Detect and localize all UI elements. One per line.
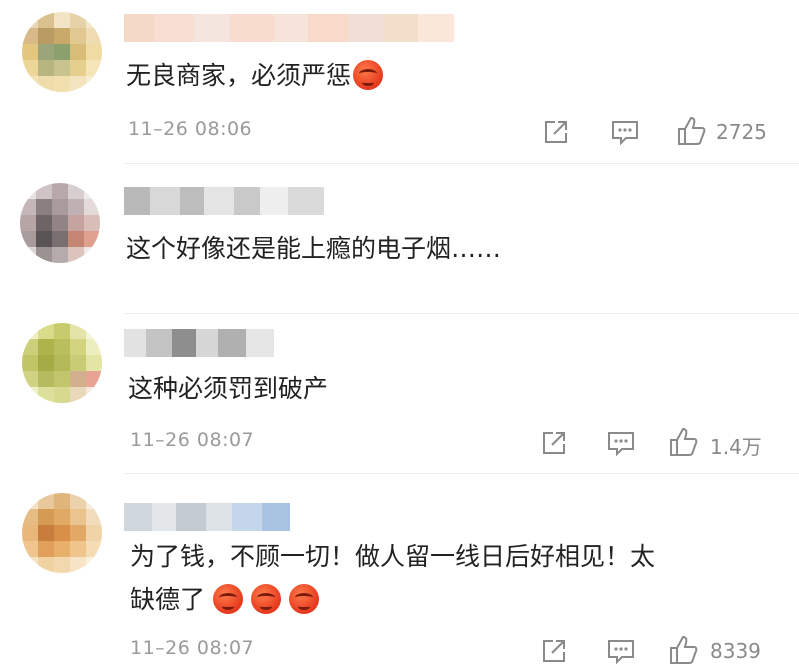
comment-text: 这个好像还是能上瘾的电子烟…… <box>126 227 501 271</box>
avatar[interactable] <box>22 12 102 92</box>
comment-actions: 8339 <box>536 631 796 671</box>
comment-item: 这个好像还是能上瘾的电子烟…… <box>0 165 799 315</box>
share-icon[interactable] <box>540 637 568 665</box>
share-icon[interactable] <box>540 429 568 457</box>
comment-text-content-line2: 缺德了 <box>130 585 206 614</box>
like-count: 1.4万 <box>710 435 762 459</box>
divider <box>124 473 799 474</box>
comment-text-content-line1: 为了钱，不顾一切！做人留一线日后好相见！太 <box>130 542 656 571</box>
comment-text: 缺德了 <box>130 578 320 622</box>
comment-text: 这种必须罚到破产 <box>128 367 328 411</box>
like-icon[interactable] <box>668 634 700 666</box>
comment-item: 为了钱，不顾一切！做人留一线日后好相见！太 缺德了 11–26 08:07 83… <box>0 475 799 668</box>
comment-text: 为了钱，不顾一切！做人留一线日后好相见！太 <box>130 535 655 579</box>
comment-icon[interactable] <box>606 637 636 665</box>
comment-text-content: 无良商家，必须严惩 <box>126 61 352 90</box>
like-icon[interactable] <box>676 115 708 147</box>
comment-timestamp: 11–26 08:07 <box>130 637 255 659</box>
username-blurred[interactable] <box>124 187 324 215</box>
angry-emoji-icon <box>251 584 282 614</box>
comment-timestamp: 11–26 08:06 <box>128 118 253 140</box>
comment-actions: 2725 <box>540 112 790 152</box>
share-icon[interactable] <box>542 118 570 146</box>
like-count: 2725 <box>716 120 767 144</box>
username-blurred[interactable] <box>124 329 274 357</box>
comment-text-content: 这个好像还是能上瘾的电子烟…… <box>126 234 502 263</box>
like-count: 8339 <box>710 639 761 663</box>
divider <box>124 163 799 164</box>
divider <box>124 313 799 314</box>
comment-text: 无良商家，必须严惩 <box>126 54 384 98</box>
comment-item: 这种必须罚到破产 11–26 08:07 1.4万 <box>0 315 799 475</box>
username-blurred[interactable] <box>124 14 454 42</box>
angry-emoji-icon <box>213 584 244 614</box>
avatar[interactable] <box>22 493 102 573</box>
comment-icon[interactable] <box>610 118 640 146</box>
avatar[interactable] <box>20 183 100 263</box>
comment-icon[interactable] <box>606 429 636 457</box>
comment-timestamp: 11–26 08:07 <box>130 429 255 451</box>
avatar[interactable] <box>22 323 102 403</box>
username-blurred[interactable] <box>124 503 300 531</box>
like-icon[interactable] <box>668 426 700 458</box>
comment-text-content: 这种必须罚到破产 <box>128 374 329 403</box>
angry-emoji-icon <box>289 584 320 614</box>
angry-emoji-icon <box>353 60 384 90</box>
comment-actions: 1.4万 <box>536 423 796 463</box>
comment-item: 无良商家，必须严惩 11–26 08:06 2725 <box>0 0 799 165</box>
